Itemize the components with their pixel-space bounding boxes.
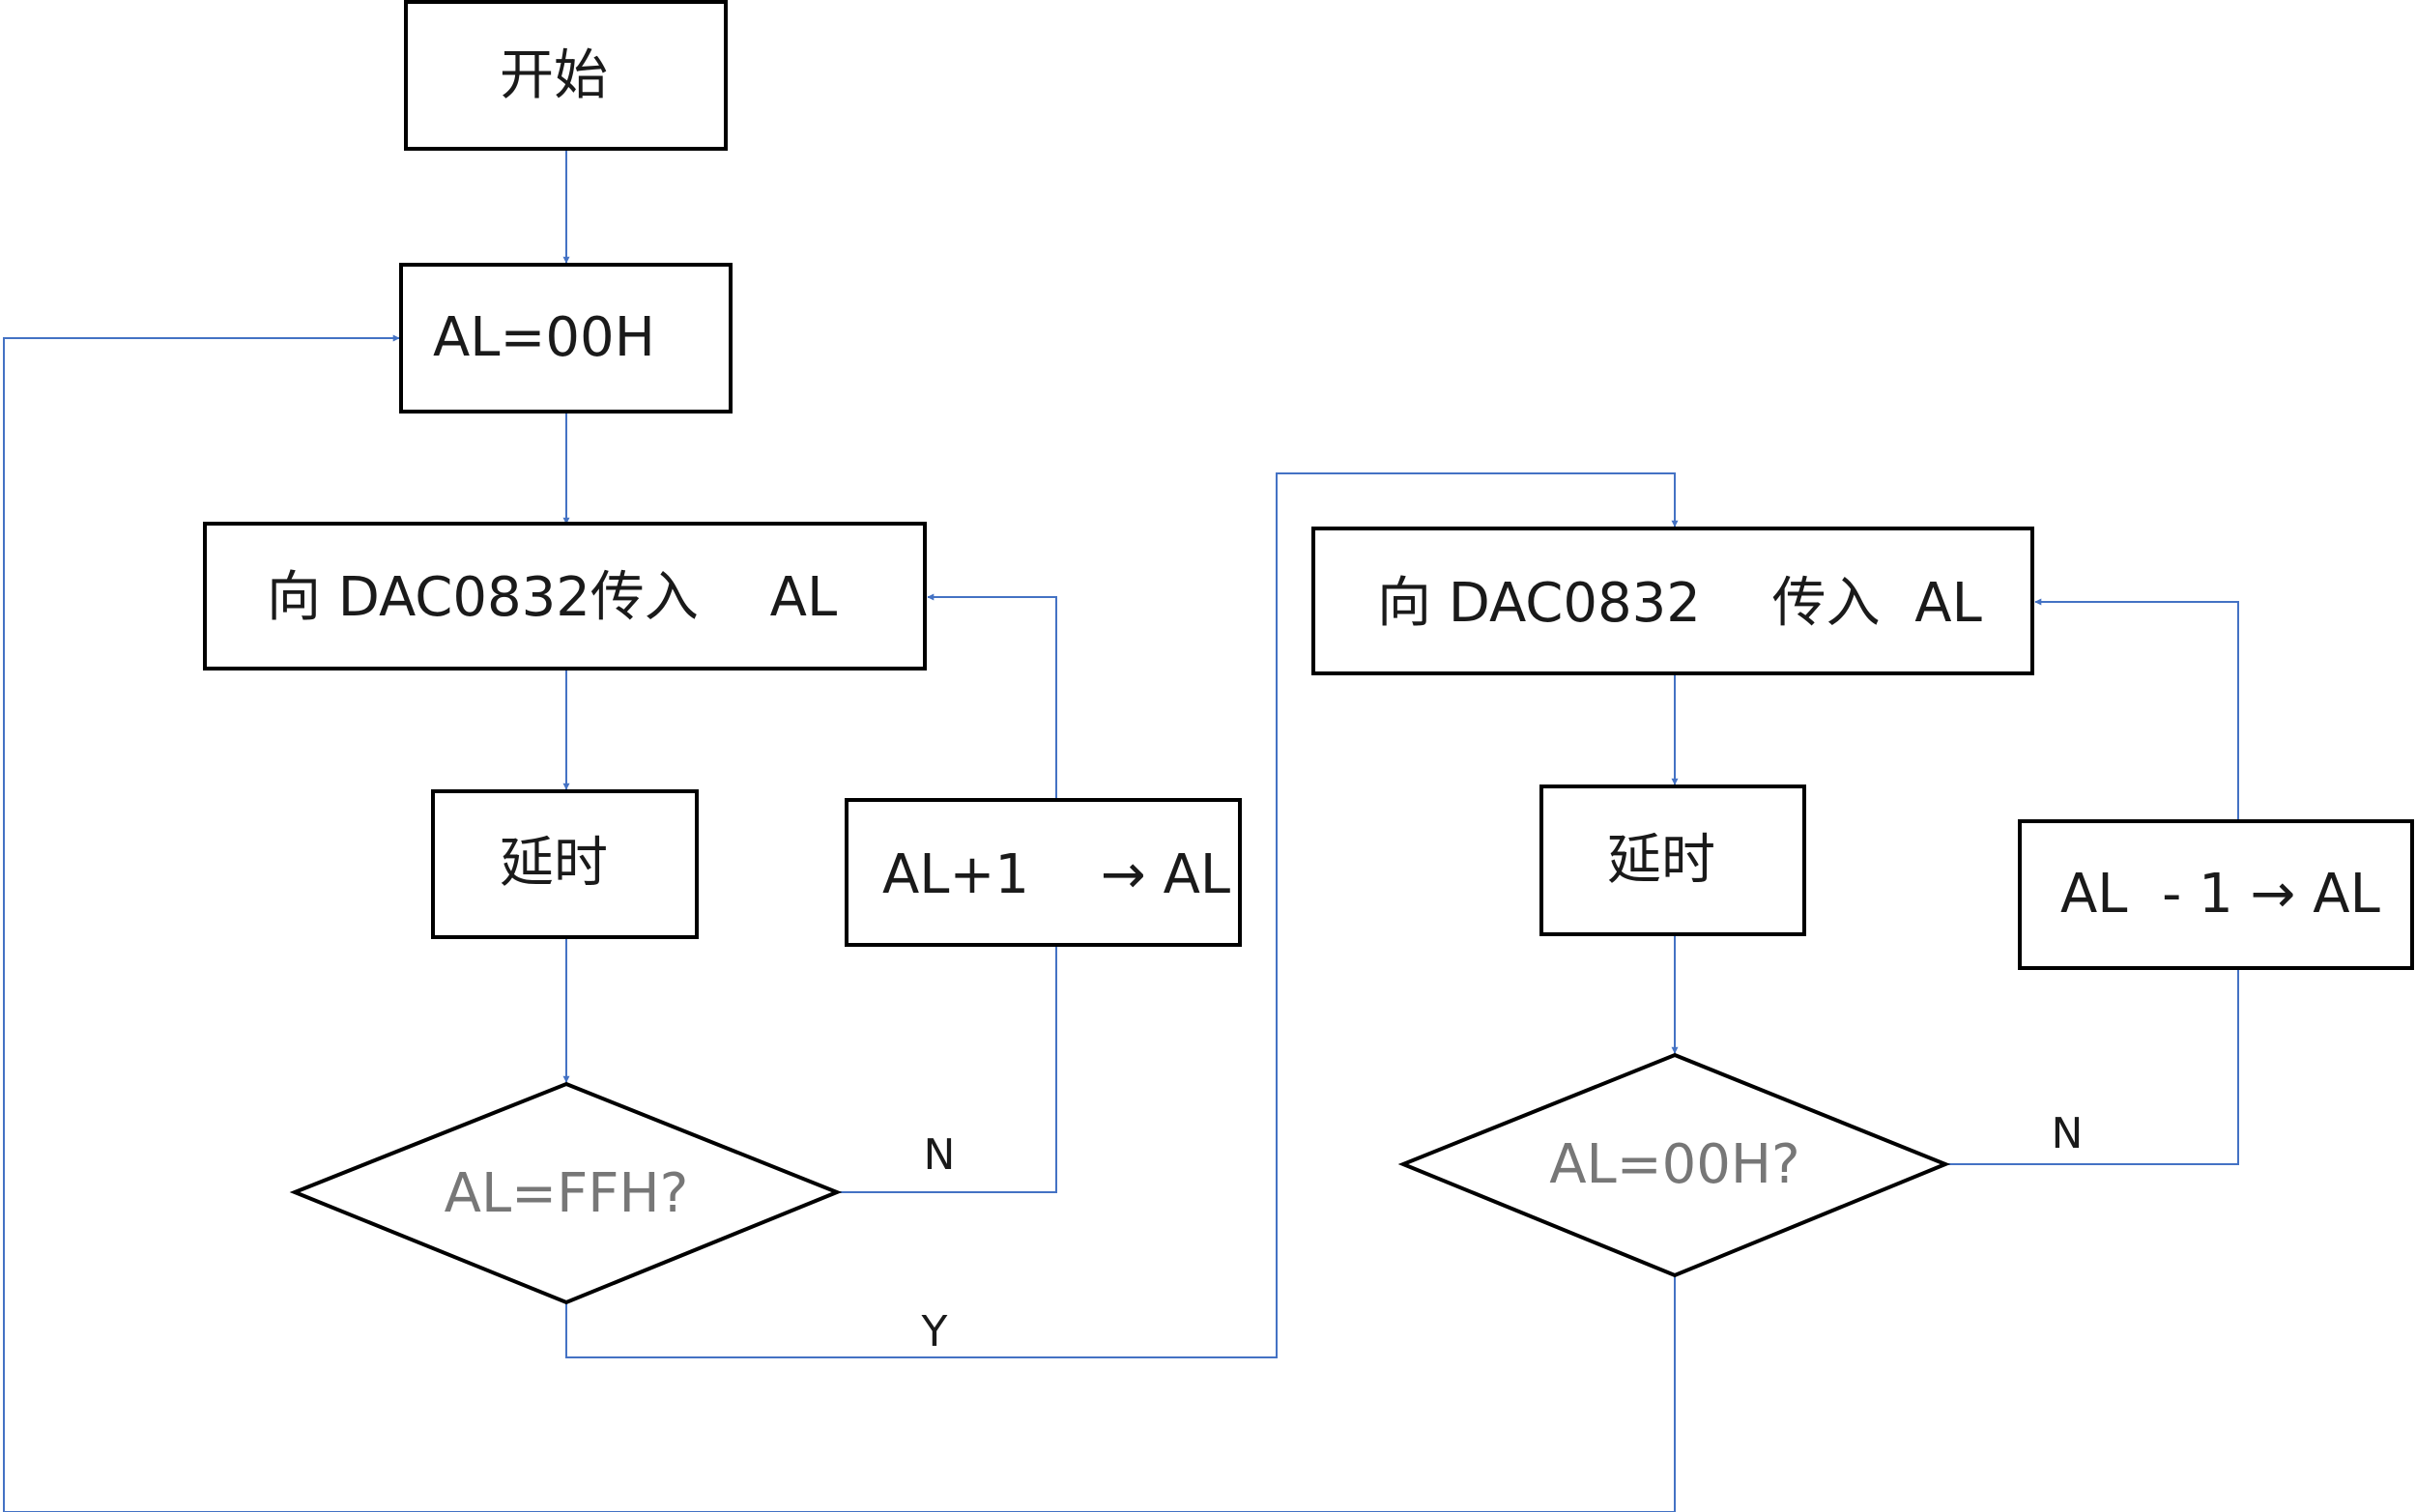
node-increment: AL+1 → AL: [845, 798, 1242, 947]
node-increment-label: AL+1 → AL: [882, 843, 1230, 906]
node-decrement-label: AL - 1 → AL: [2060, 863, 2380, 926]
flowchart: N Y N 开始 AL=00H 向 DAC0832传入 AL 延时 AL+1 →…: [3, 0, 2414, 1512]
node-decrement: AL - 1 → AL: [2018, 819, 2414, 970]
edge-dec-to-send-down: [2034, 598, 2239, 819]
edge-label-00-no: N: [2052, 1109, 2084, 1158]
node-check-ff-label: AL=FFH?: [445, 1162, 689, 1225]
edge-check-00-yes-loop-to-init: [3, 334, 1676, 1512]
node-delay-up-label: 延时: [500, 832, 608, 895]
node-check-ff: AL=FFH?: [289, 1081, 843, 1305]
node-delay-up: 延时: [431, 789, 699, 939]
node-start: 开始: [404, 0, 728, 151]
node-delay-down: 延时: [1539, 785, 1806, 936]
node-send-down: 向 DAC0832 传入 AL: [1311, 527, 2034, 675]
node-delay-down-label: 延时: [1607, 829, 1715, 892]
node-send-up: 向 DAC0832传入 AL: [203, 522, 927, 670]
edge-label-ff-no: N: [924, 1130, 956, 1180]
edge-inc-to-send-up: [927, 593, 1057, 798]
edge-check-00-no-to-dec: [1945, 968, 2239, 1165]
node-init: AL=00H: [399, 263, 733, 414]
node-init-label: AL=00H: [433, 306, 655, 369]
node-send-up-label: 向 DAC0832传入 AL: [267, 566, 837, 629]
node-start-label: 开始: [500, 44, 608, 107]
node-check-00-label: AL=00H?: [1549, 1133, 1800, 1196]
node-send-down-label: 向 DAC0832 传入 AL: [1377, 572, 1982, 635]
node-check-00: AL=00H?: [1397, 1052, 1951, 1278]
edge-label-ff-yes: Y: [921, 1307, 948, 1356]
